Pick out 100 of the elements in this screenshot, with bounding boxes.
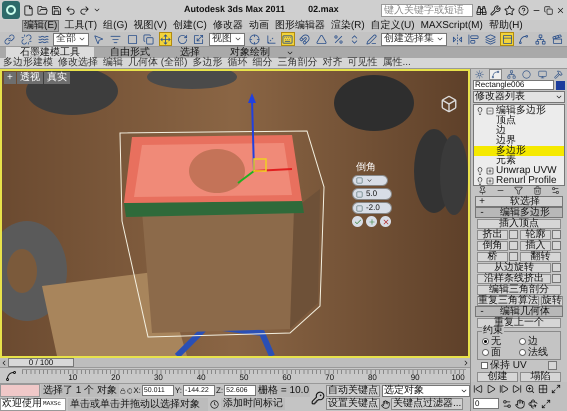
menu-item[interactable]: 视图(V) [132, 20, 168, 32]
menu-item[interactable]: 自定义(U) [370, 20, 416, 32]
viewport-label[interactable]: 透视 [16, 72, 43, 84]
toolbar-button[interactable] [125, 32, 140, 46]
caddy-field[interactable]: 5.0 [352, 188, 392, 200]
radio-option[interactable]: 边 [519, 336, 556, 347]
menu-item[interactable]: 创建(C) [172, 20, 208, 32]
ribbon-tab[interactable]: 对象绘制 [216, 47, 284, 58]
radio-option[interactable]: 面 [482, 347, 519, 358]
panel-button[interactable]: 塌陷 [520, 372, 561, 382]
toolbar-button[interactable] [484, 32, 498, 46]
panel-button[interactable]: 倒角 [477, 240, 508, 250]
ribbon-panel[interactable]: 对齐 [322, 58, 342, 68]
time-slider-thumb[interactable]: 0 / 100 [8, 358, 74, 367]
settings-button[interactable] [509, 230, 518, 239]
settings-button[interactable] [552, 263, 561, 272]
modifier-item[interactable]: 元素 [474, 156, 564, 166]
toolbar-button[interactable] [3, 32, 17, 46]
panel-tab[interactable] [536, 69, 550, 80]
listener-field[interactable] [0, 384, 40, 398]
settings-button[interactable] [509, 252, 518, 261]
radio-button[interactable] [519, 349, 526, 356]
modifier-item[interactable]: Renurl Profile [474, 176, 564, 186]
toolbar-button[interactable] [516, 32, 531, 46]
timeline-ruler[interactable]: 10 20 30 40 50 60 70 80 90 100 [22, 368, 466, 382]
menu-item[interactable]: 工具(T) [63, 20, 98, 32]
toolbar-button[interactable] [175, 32, 190, 46]
ribbon-panel[interactable]: 可见性 [347, 58, 378, 68]
toolbar-button[interactable] [364, 32, 378, 46]
ribbon-panel[interactable]: 编辑 [103, 58, 123, 68]
ribbon-tab[interactable]: 自由形式 [96, 47, 164, 58]
app-logo-icon[interactable] [2, 1, 20, 19]
panel-button[interactable]: 沿样条线挤出 [477, 274, 551, 284]
ribbon-panel[interactable]: 多边形 [192, 58, 222, 68]
toolbar-dropdown[interactable]: 视图 [208, 32, 245, 46]
rollout-header[interactable]: - 编辑几何体 [475, 306, 563, 317]
panel-button[interactable]: 挤出 [477, 230, 508, 240]
frame-field[interactable]: 0 [473, 398, 499, 409]
modifier-item[interactable]: 编辑多边形 [474, 106, 564, 116]
toolbar-button[interactable] [550, 32, 564, 46]
panel-button[interactable]: 编辑三角剖分 [477, 284, 561, 294]
color-swatch[interactable] [556, 80, 565, 90]
settings-button[interactable] [509, 241, 518, 250]
settings-button[interactable] [552, 230, 561, 239]
modifier-item[interactable]: Unwrap UVW [474, 166, 564, 176]
panel-button[interactable]: 旋转 [541, 296, 563, 306]
menu-item[interactable]: 图形编辑器 [274, 20, 326, 32]
caddy-field[interactable]: -2.0 [352, 202, 392, 214]
toolbar-button[interactable] [142, 32, 156, 46]
menu-item[interactable]: 帮助(H) [488, 20, 524, 32]
ribbon-panel[interactable]: 修改选择 [58, 58, 98, 68]
modifier-item[interactable]: 边界 [474, 136, 564, 146]
modifier-item[interactable]: 多边形 [474, 146, 564, 156]
viewport-label[interactable]: 真实 [44, 72, 70, 84]
settings-button[interactable] [552, 241, 561, 250]
ribbon-tab[interactable]: 石墨建模工具 [6, 47, 94, 58]
panel-button[interactable]: 桥 [477, 252, 508, 262]
toolbar-button[interactable] [450, 32, 464, 46]
menu-item[interactable]: 编辑(E) [22, 20, 60, 32]
viewport-label[interactable]: + [4, 72, 16, 84]
settings-button[interactable] [548, 361, 557, 370]
toolbar-button[interactable] [500, 32, 514, 46]
time-slider[interactable]: 0 / 100 [0, 358, 470, 368]
ribbon-panel[interactable]: 多边形建模 [3, 58, 53, 68]
radio-button[interactable] [519, 338, 526, 345]
radio-button[interactable] [482, 349, 489, 356]
toolbar-dropdown[interactable]: 创建选择集 [381, 32, 448, 46]
toolbar-button[interactable] [192, 32, 206, 46]
menu-item[interactable]: 修改器 [212, 20, 244, 32]
ribbon-tab[interactable]: 选择 [166, 47, 214, 58]
ribbon-panel[interactable]: 属性... [382, 58, 411, 68]
radio-button[interactable] [482, 338, 489, 345]
auto-key-button[interactable]: 自动关键点 [326, 384, 380, 397]
time-tag-button[interactable]: 添加时间标记 [221, 398, 285, 410]
toolbar-button[interactable] [314, 32, 328, 46]
menu-item[interactable]: MAXScript(M) [420, 20, 484, 32]
key-dropdown[interactable]: 选定对象 [382, 384, 470, 397]
modifier-item[interactable]: 边 [474, 126, 564, 136]
toolbar-button[interactable] [281, 32, 295, 46]
ribbon-panel[interactable]: 细分 [252, 58, 272, 68]
panel-button[interactable]: 重复三角算法 [477, 296, 539, 306]
toolbar-button[interactable] [248, 32, 262, 46]
toolbar-button[interactable] [158, 32, 172, 46]
toolbar-button[interactable] [20, 32, 34, 46]
panel-tab[interactable] [488, 69, 502, 80]
panel-button[interactable]: 轮廓 [520, 230, 551, 240]
panel-button[interactable]: 从边旋转 [477, 262, 551, 272]
rollout-header[interactable]: - 编辑多边形 [475, 207, 563, 218]
key-filters-button[interactable]: 关键点过滤器... [391, 398, 464, 410]
ribbon-panel[interactable]: 三角剖分 [277, 58, 318, 68]
toolbar-dropdown[interactable]: 全部 [53, 32, 90, 46]
checkbox[interactable] [481, 362, 488, 369]
toolbar-button[interactable] [466, 32, 481, 46]
toolbar-button[interactable] [534, 32, 548, 46]
modifier-list-dropdown[interactable]: 修改器列表 [473, 90, 565, 102]
panel-button[interactable]: 插入顶点 [477, 218, 561, 228]
panel-button[interactable]: 创建 [477, 372, 518, 382]
ribbon-panel[interactable]: 几何体 (全部) [128, 58, 188, 68]
settings-button[interactable] [552, 274, 561, 283]
ribbon-panel[interactable]: 循环 [227, 58, 248, 68]
